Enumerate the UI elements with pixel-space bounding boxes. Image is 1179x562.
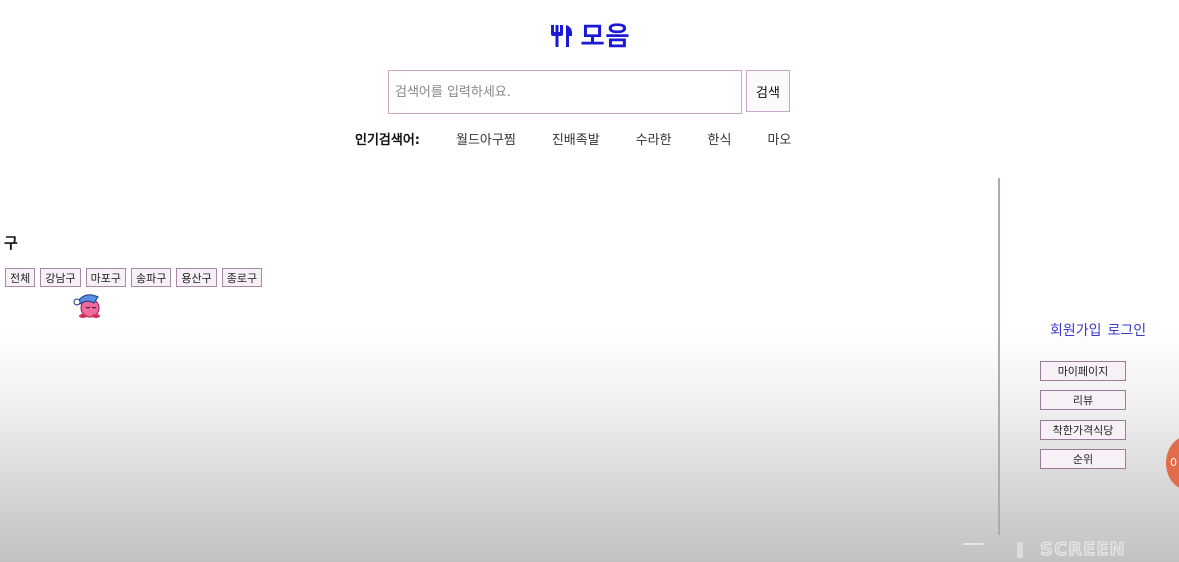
login-link[interactable]: 로그인 [1108, 320, 1147, 340]
watermark-text: SCREEN [1040, 539, 1126, 561]
popular-term[interactable]: 진배족발 [552, 129, 600, 148]
district-filter: 전체 강남구 마포구 송파구 용산구 종로구 [5, 268, 263, 287]
fork-knife-icon [549, 23, 575, 56]
district-button-mapo[interactable]: 마포구 [85, 268, 126, 287]
logo-text: 모음 [580, 22, 631, 52]
auth-links: 회원가입 로그인 [1050, 320, 1146, 340]
review-button[interactable]: 리뷰 [1040, 390, 1126, 410]
popular-term[interactable]: 마오 [767, 129, 791, 148]
sidebar-divider [998, 178, 1000, 535]
district-button-jongno[interactable]: 종로구 [221, 268, 263, 287]
watermark-mark [1017, 542, 1023, 558]
popular-term[interactable]: 수라한 [636, 129, 672, 148]
popular-term[interactable]: 월드아구찜 [456, 129, 516, 148]
district-button-yongsan[interactable]: 용산구 [176, 268, 217, 287]
search-input[interactable] [388, 70, 742, 114]
district-title: 구 [4, 234, 18, 252]
signup-link[interactable]: 회원가입 [1050, 320, 1102, 340]
district-button-songpa[interactable]: 송파구 [131, 268, 172, 287]
site-logo[interactable]: 모음 [0, 16, 1179, 56]
search-button[interactable]: 검색 [746, 70, 790, 112]
good-price-restaurant-button[interactable]: 착한가격식당 [1040, 420, 1126, 440]
district-button-all[interactable]: 전체 [5, 268, 36, 287]
popular-label: 인기검색어: [355, 133, 420, 148]
floating-orb-button[interactable]: 0 [1166, 436, 1179, 490]
district-button-gangnam[interactable]: 강남구 [40, 268, 81, 287]
popular-term[interactable]: 한식 [708, 129, 732, 148]
sleeping-kirby-cursor-icon [72, 289, 106, 319]
watermark-mark [963, 543, 983, 545]
ranking-button[interactable]: 순위 [1040, 449, 1126, 469]
mypage-button[interactable]: 마이페이지 [1040, 361, 1126, 381]
popular-searches: 인기검색어: 월드아구찜 진배족발 수라한 한식 마오 [355, 129, 791, 148]
